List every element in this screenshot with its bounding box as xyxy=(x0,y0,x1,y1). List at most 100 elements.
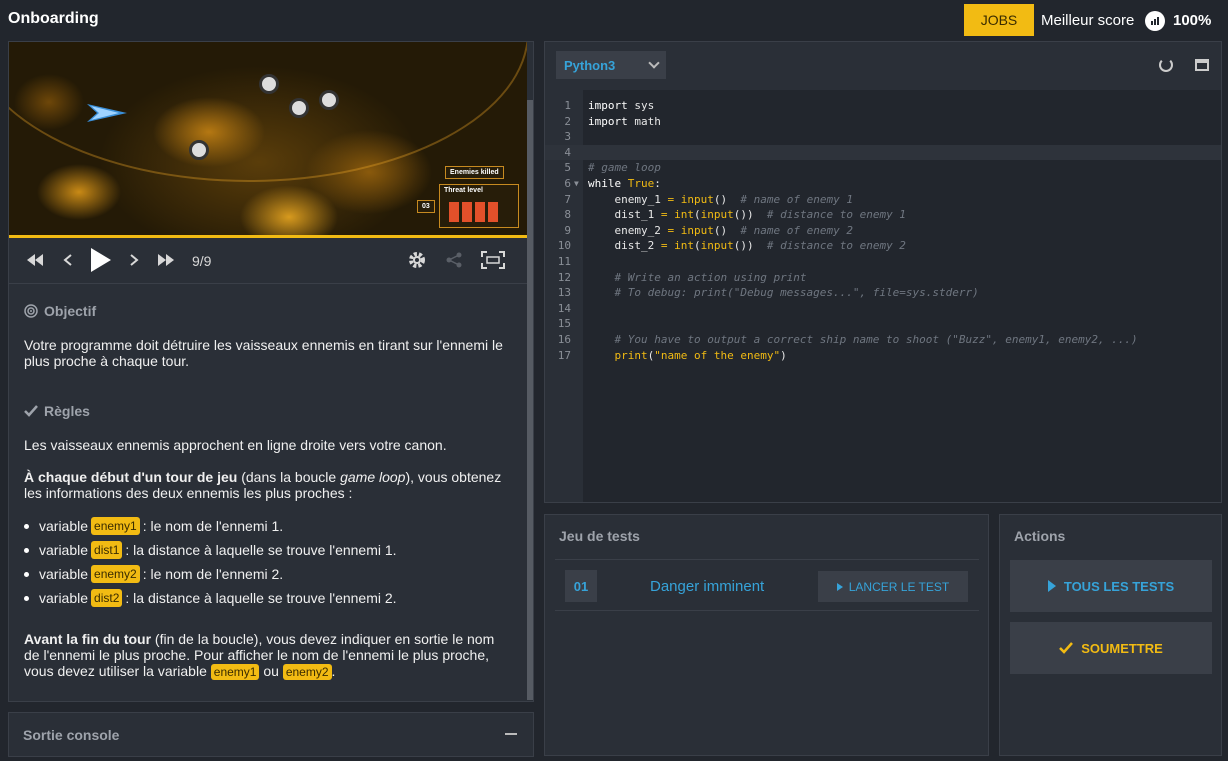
code-line[interactable]: 14 xyxy=(545,301,1221,317)
objective-heading: Objectif xyxy=(24,303,512,319)
settings-gear-icon[interactable] xyxy=(408,251,426,269)
line-number: 11 xyxy=(557,254,571,268)
code-text: print("name of the enemy") xyxy=(614,348,787,362)
code-line[interactable]: 10 dist_2 = int(input()) # distance to e… xyxy=(545,238,1221,254)
game-viewer[interactable]: Enemies killed Threat level 03 xyxy=(9,42,527,238)
console-title: Sortie console xyxy=(23,727,120,743)
code-text: enemy_2 = input() # name of enemy 2 xyxy=(588,223,853,237)
language-value: Python3 xyxy=(564,57,616,73)
target-icon xyxy=(24,304,38,318)
code-text: # game loop xyxy=(588,161,661,175)
code-line[interactable]: 4 xyxy=(545,144,1221,161)
line-number: 8 xyxy=(564,208,571,222)
variable-badge: enemy1 xyxy=(91,517,140,535)
line-number: 12 xyxy=(557,270,571,284)
code-line[interactable]: 11 xyxy=(545,254,1221,270)
code-line[interactable]: 3 xyxy=(545,129,1221,145)
variable-badge: enemy2 xyxy=(91,565,140,583)
enemy-ship-icon xyxy=(319,90,339,110)
test-cases-panel: Jeu de tests 01 Danger imminent LANCER L… xyxy=(544,514,989,756)
score-chart-icon xyxy=(1145,11,1165,31)
line-number: 1 xyxy=(564,99,571,112)
code-line[interactable]: 6 ▼ while True: xyxy=(545,176,1221,192)
input-variables-list: variable enemy1: le nom de l'ennemi 1. va… xyxy=(24,517,512,607)
objective-title: Objectif xyxy=(44,303,97,319)
submit-button[interactable]: SOUMETTRE xyxy=(1010,622,1212,674)
play-icon xyxy=(1047,580,1056,592)
run-test-label: LANCER LE TEST xyxy=(848,579,950,594)
code-text: dist_1 = int(input()) # distance to enem… xyxy=(588,208,906,222)
checkmark-icon xyxy=(1059,642,1074,654)
objective-text: Votre programme doit détruire les vaisse… xyxy=(24,337,503,369)
language-select[interactable]: Python3 xyxy=(556,51,666,79)
code-line[interactable]: 12 # Write an action using print xyxy=(545,270,1221,286)
enemy-ship-icon xyxy=(289,98,309,118)
divider xyxy=(555,559,979,560)
variable-badge: dist2 xyxy=(91,589,123,607)
list-item: variable dist1: la distance à laquelle se… xyxy=(24,541,512,559)
hud-threat-value: 03 xyxy=(417,200,435,213)
best-score-label: Meilleur score xyxy=(1041,12,1135,29)
code-text: while True: xyxy=(588,176,661,190)
code-line[interactable]: 17 print("name of the enemy") xyxy=(545,348,1221,364)
line-number: 9 xyxy=(564,223,571,237)
line-number: 15 xyxy=(557,317,571,331)
run-test-button[interactable]: LANCER LE TEST xyxy=(818,571,968,602)
line-number: 5 xyxy=(564,161,571,175)
test-name[interactable]: Danger imminent xyxy=(650,578,764,595)
line-number: 16 xyxy=(557,332,571,346)
line-number: 3 xyxy=(564,130,571,144)
threat-level-bars xyxy=(449,202,498,222)
fold-arrow-icon[interactable]: ▼ xyxy=(574,176,579,192)
best-score-value: 100% xyxy=(1173,12,1212,29)
test-number: 01 xyxy=(565,570,597,602)
code-line[interactable]: 15 xyxy=(545,316,1221,332)
frame-counter: 9/9 xyxy=(192,253,212,269)
minimize-icon[interactable] xyxy=(505,733,517,735)
code-line[interactable]: 2 import math xyxy=(545,114,1221,130)
list-item: variable dist2: la distance à laquelle se… xyxy=(24,589,512,607)
line-number: 6 xyxy=(564,176,571,190)
code-line[interactable]: 8 dist_1 = int(input()) # distance to en… xyxy=(545,207,1221,223)
step-back-icon[interactable] xyxy=(63,254,73,266)
rewind-icon[interactable] xyxy=(27,254,43,266)
console-panel: Sortie console xyxy=(8,712,534,757)
jobs-button[interactable]: JOBS xyxy=(964,4,1034,36)
play-icon[interactable] xyxy=(91,248,111,272)
checkmark-icon xyxy=(24,405,38,417)
code-text: # You have to output a correct ship name… xyxy=(614,332,1138,346)
line-number: 17 xyxy=(557,348,571,362)
test-row[interactable]: 01 Danger imminent LANCER LE TEST xyxy=(555,567,979,611)
step-forward-icon[interactable] xyxy=(129,254,139,266)
tests-title: Jeu de tests xyxy=(559,528,640,544)
code-editor-panel: Python3 1 import sys 2 import math 3 4 5 # game… xyxy=(544,41,1222,503)
code-line[interactable]: 9 enemy_2 = input() # name of enemy 2 xyxy=(545,223,1221,239)
fullscreen-icon[interactable] xyxy=(481,251,505,269)
reset-code-icon[interactable] xyxy=(1159,58,1173,72)
submit-label: SOUMETTRE xyxy=(1081,640,1163,656)
turn-start-bold: À chaque début d'un tour de jeu xyxy=(24,469,238,485)
code-line[interactable]: 7 enemy_1 = input() # name of enemy 1 xyxy=(545,192,1221,208)
code-line[interactable]: 16 # You have to output a correct ship n… xyxy=(545,332,1221,348)
code-lines[interactable]: 1 import sys 2 import math 3 4 5 # game loop 6 ▼ w… xyxy=(545,98,1221,363)
code-area[interactable]: 1 import sys 2 import math 3 4 5 # game loop 6 ▼ w… xyxy=(545,90,1221,502)
rules-intro: Les vaisseaux ennemis approchent en lign… xyxy=(24,437,447,453)
turn-start-italic: game loop xyxy=(340,469,406,485)
line-number: 13 xyxy=(557,286,571,300)
code-line[interactable]: 13 # To debug: print("Debug messages..."… xyxy=(545,285,1221,301)
share-icon[interactable] xyxy=(446,252,462,268)
fast-forward-icon[interactable] xyxy=(158,254,174,266)
statement-scrollbar[interactable] xyxy=(527,100,533,700)
line-number: 2 xyxy=(564,114,571,128)
run-all-tests-button[interactable]: TOUS LES TESTS xyxy=(1010,560,1212,612)
turn-start-paragraph: À chaque début d'un tour de jeu (dans la… xyxy=(24,469,512,501)
code-text: # Write an action using print xyxy=(614,270,807,284)
code-line[interactable]: 1 import sys xyxy=(545,98,1221,114)
maximize-icon[interactable] xyxy=(1195,59,1209,71)
list-item: variable enemy2: le nom de l'ennemi 2. xyxy=(24,565,512,583)
play-icon xyxy=(836,582,843,591)
code-text: enemy_1 = input() # name of enemy 1 xyxy=(588,192,853,206)
enemy-ship-icon xyxy=(189,140,209,160)
line-number: 4 xyxy=(564,145,571,159)
code-line[interactable]: 5 # game loop xyxy=(545,160,1221,176)
